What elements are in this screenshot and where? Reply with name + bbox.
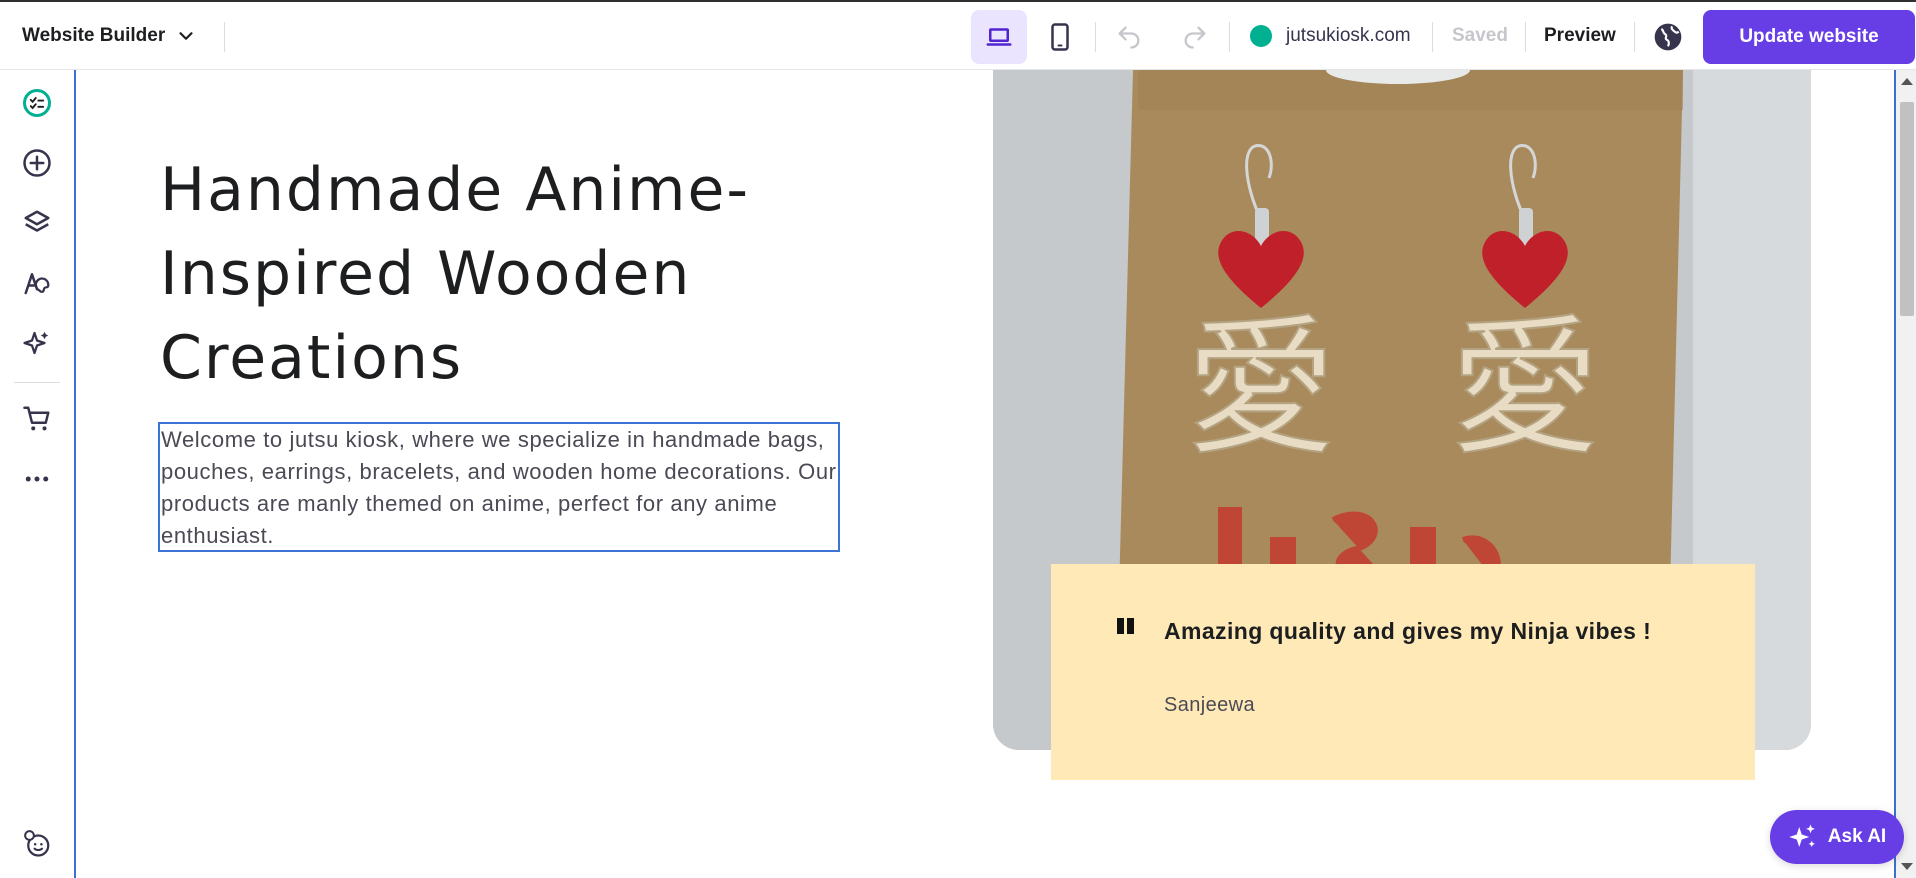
more-button[interactable]	[18, 460, 56, 498]
hero-title[interactable]: Handmade Anime-Inspired Wooden Creations	[160, 148, 780, 400]
scroll-up-arrow[interactable]	[1901, 78, 1913, 85]
divider	[224, 22, 225, 52]
divider	[1229, 22, 1230, 52]
undo-button[interactable]	[1110, 18, 1148, 56]
divider	[1095, 22, 1096, 52]
testimonial-text: Amazing quality and gives my Ninja vibes…	[1164, 618, 1652, 644]
more-icon	[25, 476, 49, 482]
update-website-button[interactable]: Update website	[1703, 10, 1915, 64]
design-icon	[24, 273, 50, 295]
help-icon	[24, 830, 50, 857]
domain-status-dot	[1250, 25, 1272, 47]
sidebar-divider	[14, 382, 60, 383]
ai-tools-button[interactable]	[18, 324, 56, 362]
store-button[interactable]	[18, 400, 56, 438]
ai-tools-icon	[23, 331, 49, 355]
domain-label: jutsukiosk.com	[1286, 25, 1411, 46]
hero-description-textbox[interactable]: Welcome to jutsu kiosk, where we special…	[158, 422, 840, 552]
ask-ai-label: Ask AI	[1827, 826, 1887, 847]
testimonial-card[interactable]: Amazing quality and gives my Ninja vibes…	[1051, 564, 1755, 780]
scroll-thumb[interactable]	[1900, 102, 1914, 316]
divider	[1432, 22, 1433, 52]
page-canvas: Handmade Anime-Inspired Wooden Creations…	[78, 70, 1894, 878]
globe-icon[interactable]	[1652, 21, 1684, 53]
laptop-icon	[986, 28, 1012, 46]
builder-label: Website Builder	[22, 25, 166, 46]
cart-icon	[23, 406, 50, 431]
mobile-icon	[1051, 23, 1069, 51]
website-builder-menu[interactable]: Website Builder	[22, 2, 197, 70]
divider	[1525, 22, 1526, 52]
sparkle-icon	[1789, 824, 1815, 847]
vertical-scrollbar[interactable]	[1894, 70, 1916, 878]
add-section-button[interactable]	[18, 144, 56, 182]
scroll-down-arrow[interactable]	[1901, 863, 1913, 870]
checklist-icon	[23, 89, 51, 117]
undo-icon	[1118, 26, 1140, 49]
desktop-view-button[interactable]	[971, 10, 1027, 64]
add-icon	[23, 149, 51, 177]
preview-button[interactable]: Preview	[1544, 2, 1616, 70]
chevron-down-icon	[179, 32, 193, 40]
top-bar: Website Builder jutsukiosk.com Saved Pre…	[0, 0, 1916, 70]
divider	[1634, 22, 1635, 52]
styles-button[interactable]	[18, 264, 56, 302]
help-button[interactable]	[18, 824, 56, 862]
saved-status: Saved	[1452, 25, 1508, 46]
testimonial-author: Sanjeewa	[1164, 694, 1256, 716]
redo-button[interactable]	[1176, 18, 1214, 56]
svg-text:愛: 愛	[1450, 302, 1600, 476]
layers-icon	[24, 210, 50, 232]
quote-icon	[1117, 618, 1137, 636]
checklist-button[interactable]	[18, 84, 56, 122]
left-sidebar	[0, 70, 76, 878]
redo-icon	[1184, 26, 1206, 49]
mobile-view-button[interactable]	[1032, 10, 1088, 64]
domain-link[interactable]: jutsukiosk.com	[1250, 2, 1411, 70]
ask-ai-button[interactable]: Ask AI	[1770, 810, 1904, 864]
svg-text:愛: 愛	[1186, 302, 1336, 476]
layers-button[interactable]	[18, 204, 56, 242]
